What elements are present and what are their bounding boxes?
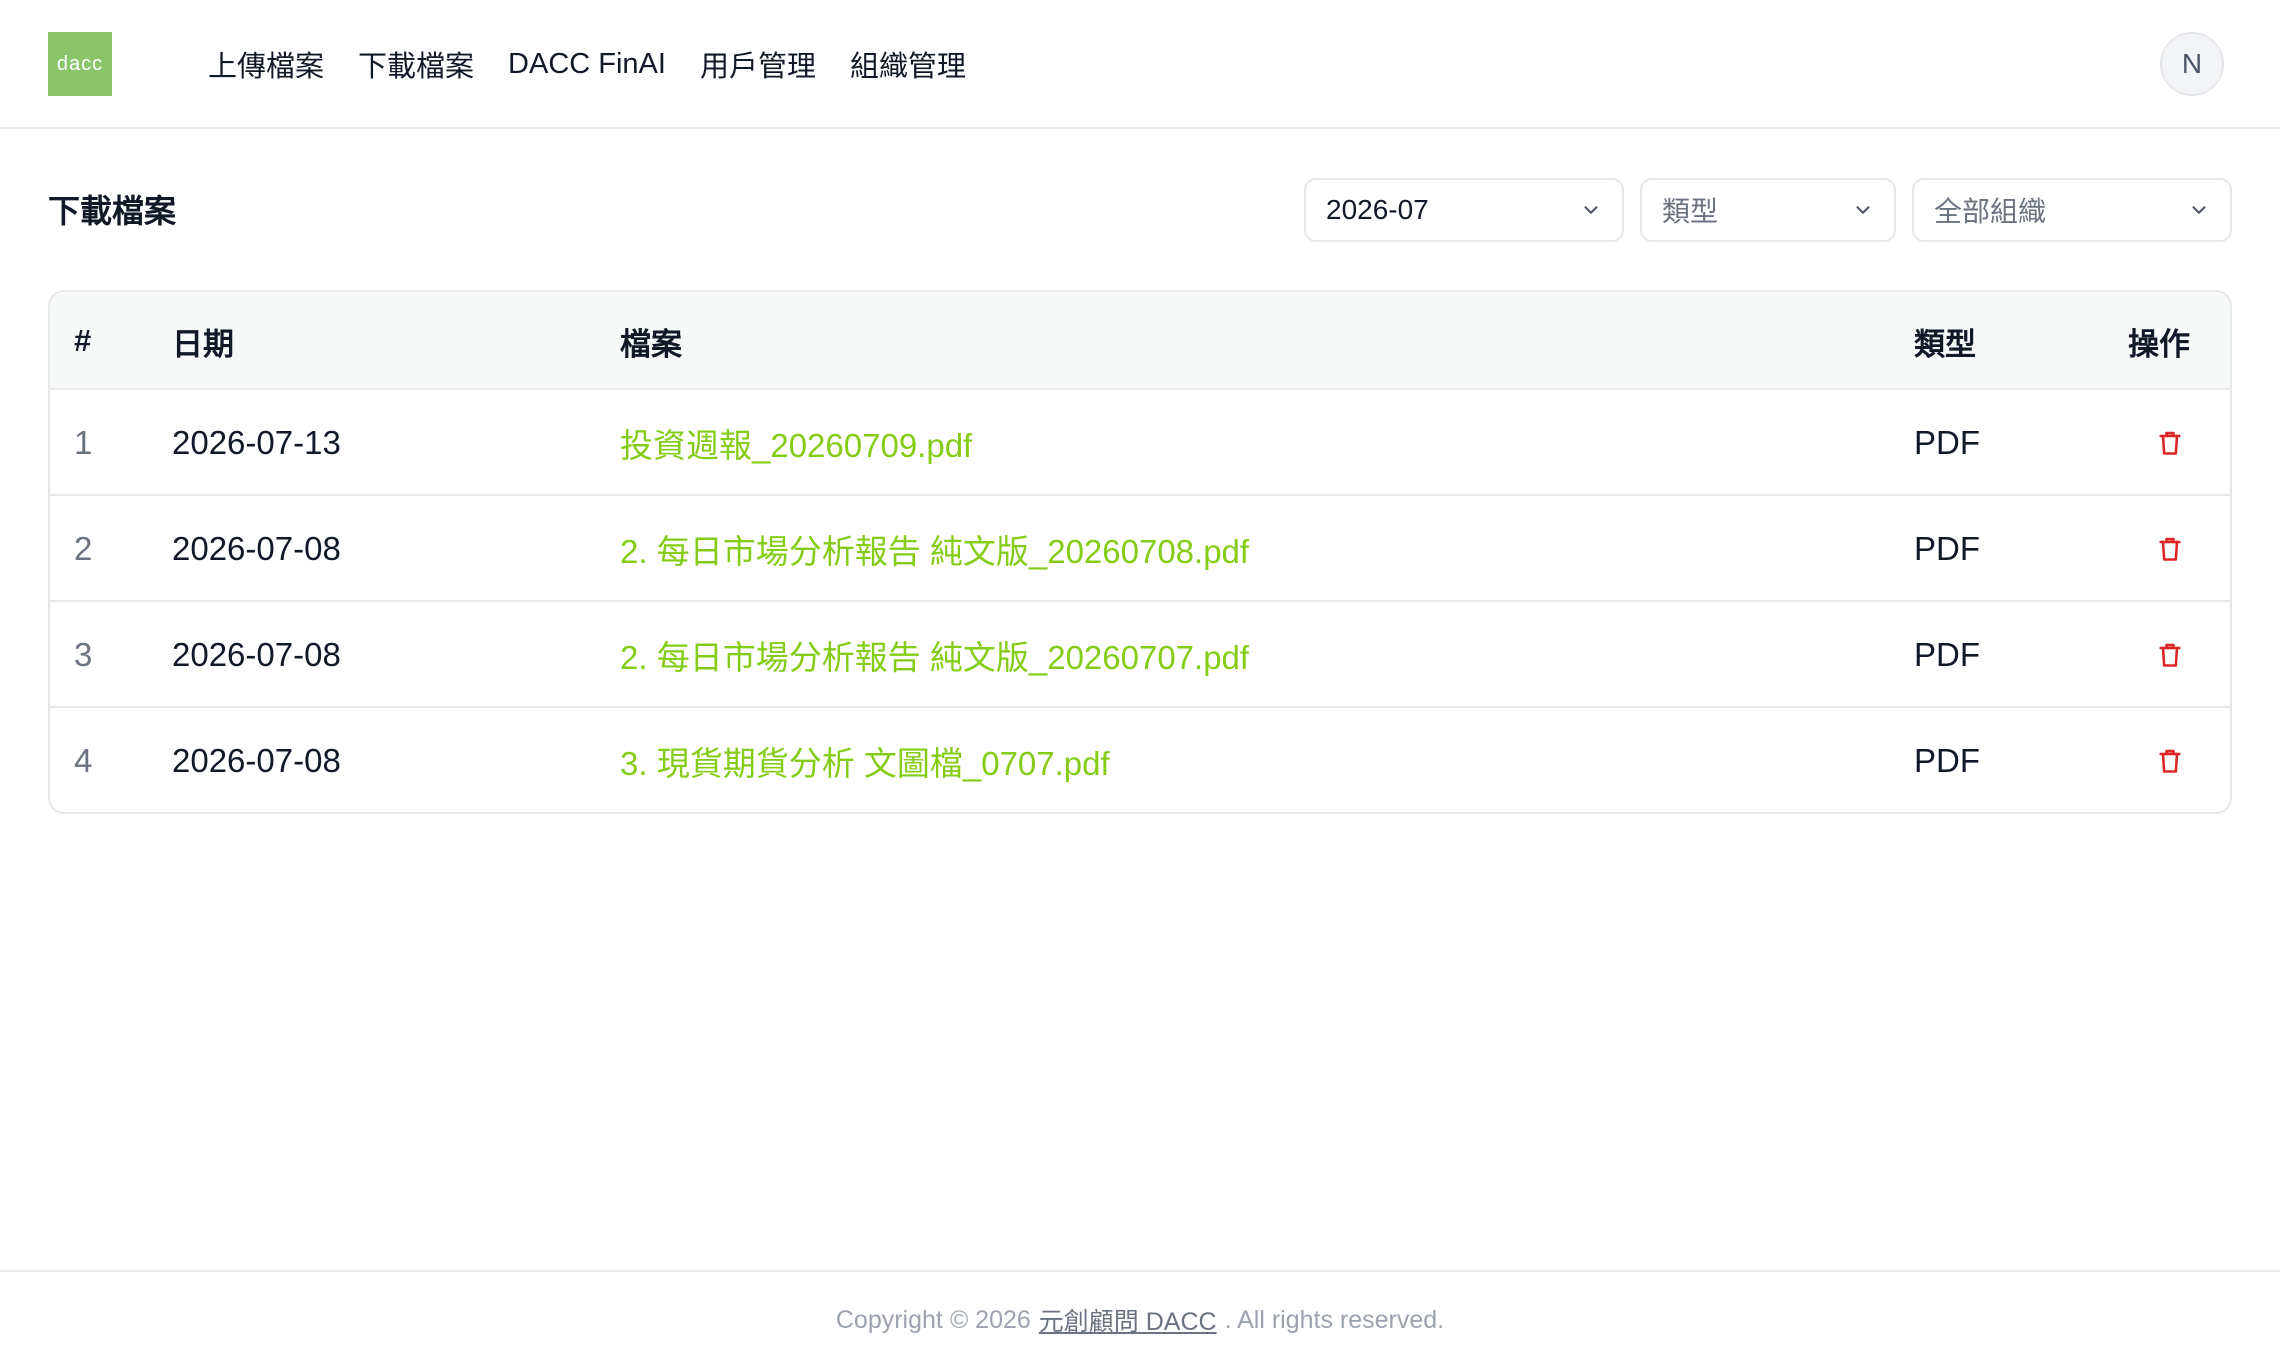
dacc-logo[interactable]: dacc: [48, 32, 112, 96]
trash-icon: [2159, 431, 2181, 455]
delete-button[interactable]: [2146, 602, 2194, 708]
nav-upload-files[interactable]: 上傳檔案: [208, 43, 324, 85]
top-navbar: dacc 上傳檔案 下載檔案 DACC FinAI 用戶管理 組織管理 N: [0, 0, 2280, 129]
nav-user-management[interactable]: 用戶管理: [700, 43, 816, 85]
chevron-down-icon: [1856, 206, 1870, 214]
main-nav: 上傳檔案 下載檔案 DACC FinAI 用戶管理 組織管理: [208, 40, 966, 88]
row-date: 2026-07-08: [172, 530, 341, 567]
row-type: PDF: [1914, 424, 1980, 461]
trash-icon: [2159, 749, 2181, 773]
chevron-down-icon: [1584, 206, 1598, 214]
footer-company-link[interactable]: 元創顧問 DACC: [1039, 1302, 1217, 1338]
row-index: 2: [74, 530, 93, 567]
table-row: 2 2026-07-08 2. 每日市場分析報告 純文版_20260708.pd…: [50, 496, 2230, 602]
table-row: 4 2026-07-08 3. 現貨期貨分析 文圖檔_0707.pdf PDF: [50, 708, 2230, 812]
table-row: 1 2026-07-13 投資週報_20260709.pdf PDF: [50, 390, 2230, 496]
row-index: 3: [74, 636, 93, 673]
files-table: # 日期 檔案 類型 操作 1 2026-07-13 投資週報_20260709…: [48, 290, 2232, 814]
row-type: PDF: [1914, 742, 1980, 779]
trash-icon: [2159, 537, 2181, 561]
file-link[interactable]: 2. 每日市場分析報告 純文版_20260707.pdf: [620, 602, 1249, 708]
footer-copyright: Copyright © 2026: [835, 1305, 1031, 1334]
delete-button[interactable]: [2146, 708, 2194, 812]
page-footer: Copyright © 2026 元創顧問 DACC . All rights …: [0, 1270, 2280, 1368]
page-title: 下載檔案: [48, 193, 177, 229]
row-index: 4: [74, 742, 93, 779]
delete-button[interactable]: [2146, 390, 2194, 496]
table-row: 3 2026-07-08 2. 每日市場分析報告 純文版_20260707.pd…: [50, 602, 2230, 708]
row-type: PDF: [1914, 530, 1980, 567]
file-link[interactable]: 投資週報_20260709.pdf: [620, 390, 972, 496]
row-type: PDF: [1914, 636, 1980, 673]
row-date: 2026-07-13: [172, 424, 341, 461]
row-date: 2026-07-08: [172, 742, 341, 779]
month-select-value: 2026-07: [1326, 194, 1429, 225]
column-header-type: 類型: [1914, 326, 1976, 362]
table-header: # 日期 檔案 類型 操作: [50, 292, 2230, 390]
column-header-file: 檔案: [620, 326, 682, 362]
chevron-down-icon: [2192, 206, 2206, 214]
organization-select[interactable]: 全部組織: [1912, 178, 2232, 242]
nav-dacc-finai[interactable]: DACC FinAI: [508, 48, 666, 81]
column-header-index: #: [74, 323, 92, 358]
row-index: 1: [74, 424, 93, 461]
nav-org-management[interactable]: 組織管理: [850, 43, 966, 85]
organization-select-value: 全部組織: [1934, 196, 2047, 227]
month-select[interactable]: 2026-07: [1304, 178, 1624, 242]
trash-icon: [2159, 643, 2181, 667]
footer-rights: . All rights reserved.: [1224, 1305, 1445, 1334]
user-avatar[interactable]: N: [2160, 32, 2224, 96]
column-header-date: 日期: [172, 326, 234, 362]
type-select[interactable]: 類型: [1640, 178, 1896, 242]
file-link[interactable]: 2. 每日市場分析報告 純文版_20260708.pdf: [620, 496, 1249, 602]
file-link[interactable]: 3. 現貨期貨分析 文圖檔_0707.pdf: [620, 708, 1110, 812]
row-date: 2026-07-08: [172, 636, 341, 673]
nav-download-files[interactable]: 下載檔案: [358, 43, 474, 85]
type-select-placeholder: 類型: [1662, 196, 1719, 227]
delete-button[interactable]: [2146, 496, 2194, 602]
column-header-action: 操作: [2128, 326, 2190, 362]
